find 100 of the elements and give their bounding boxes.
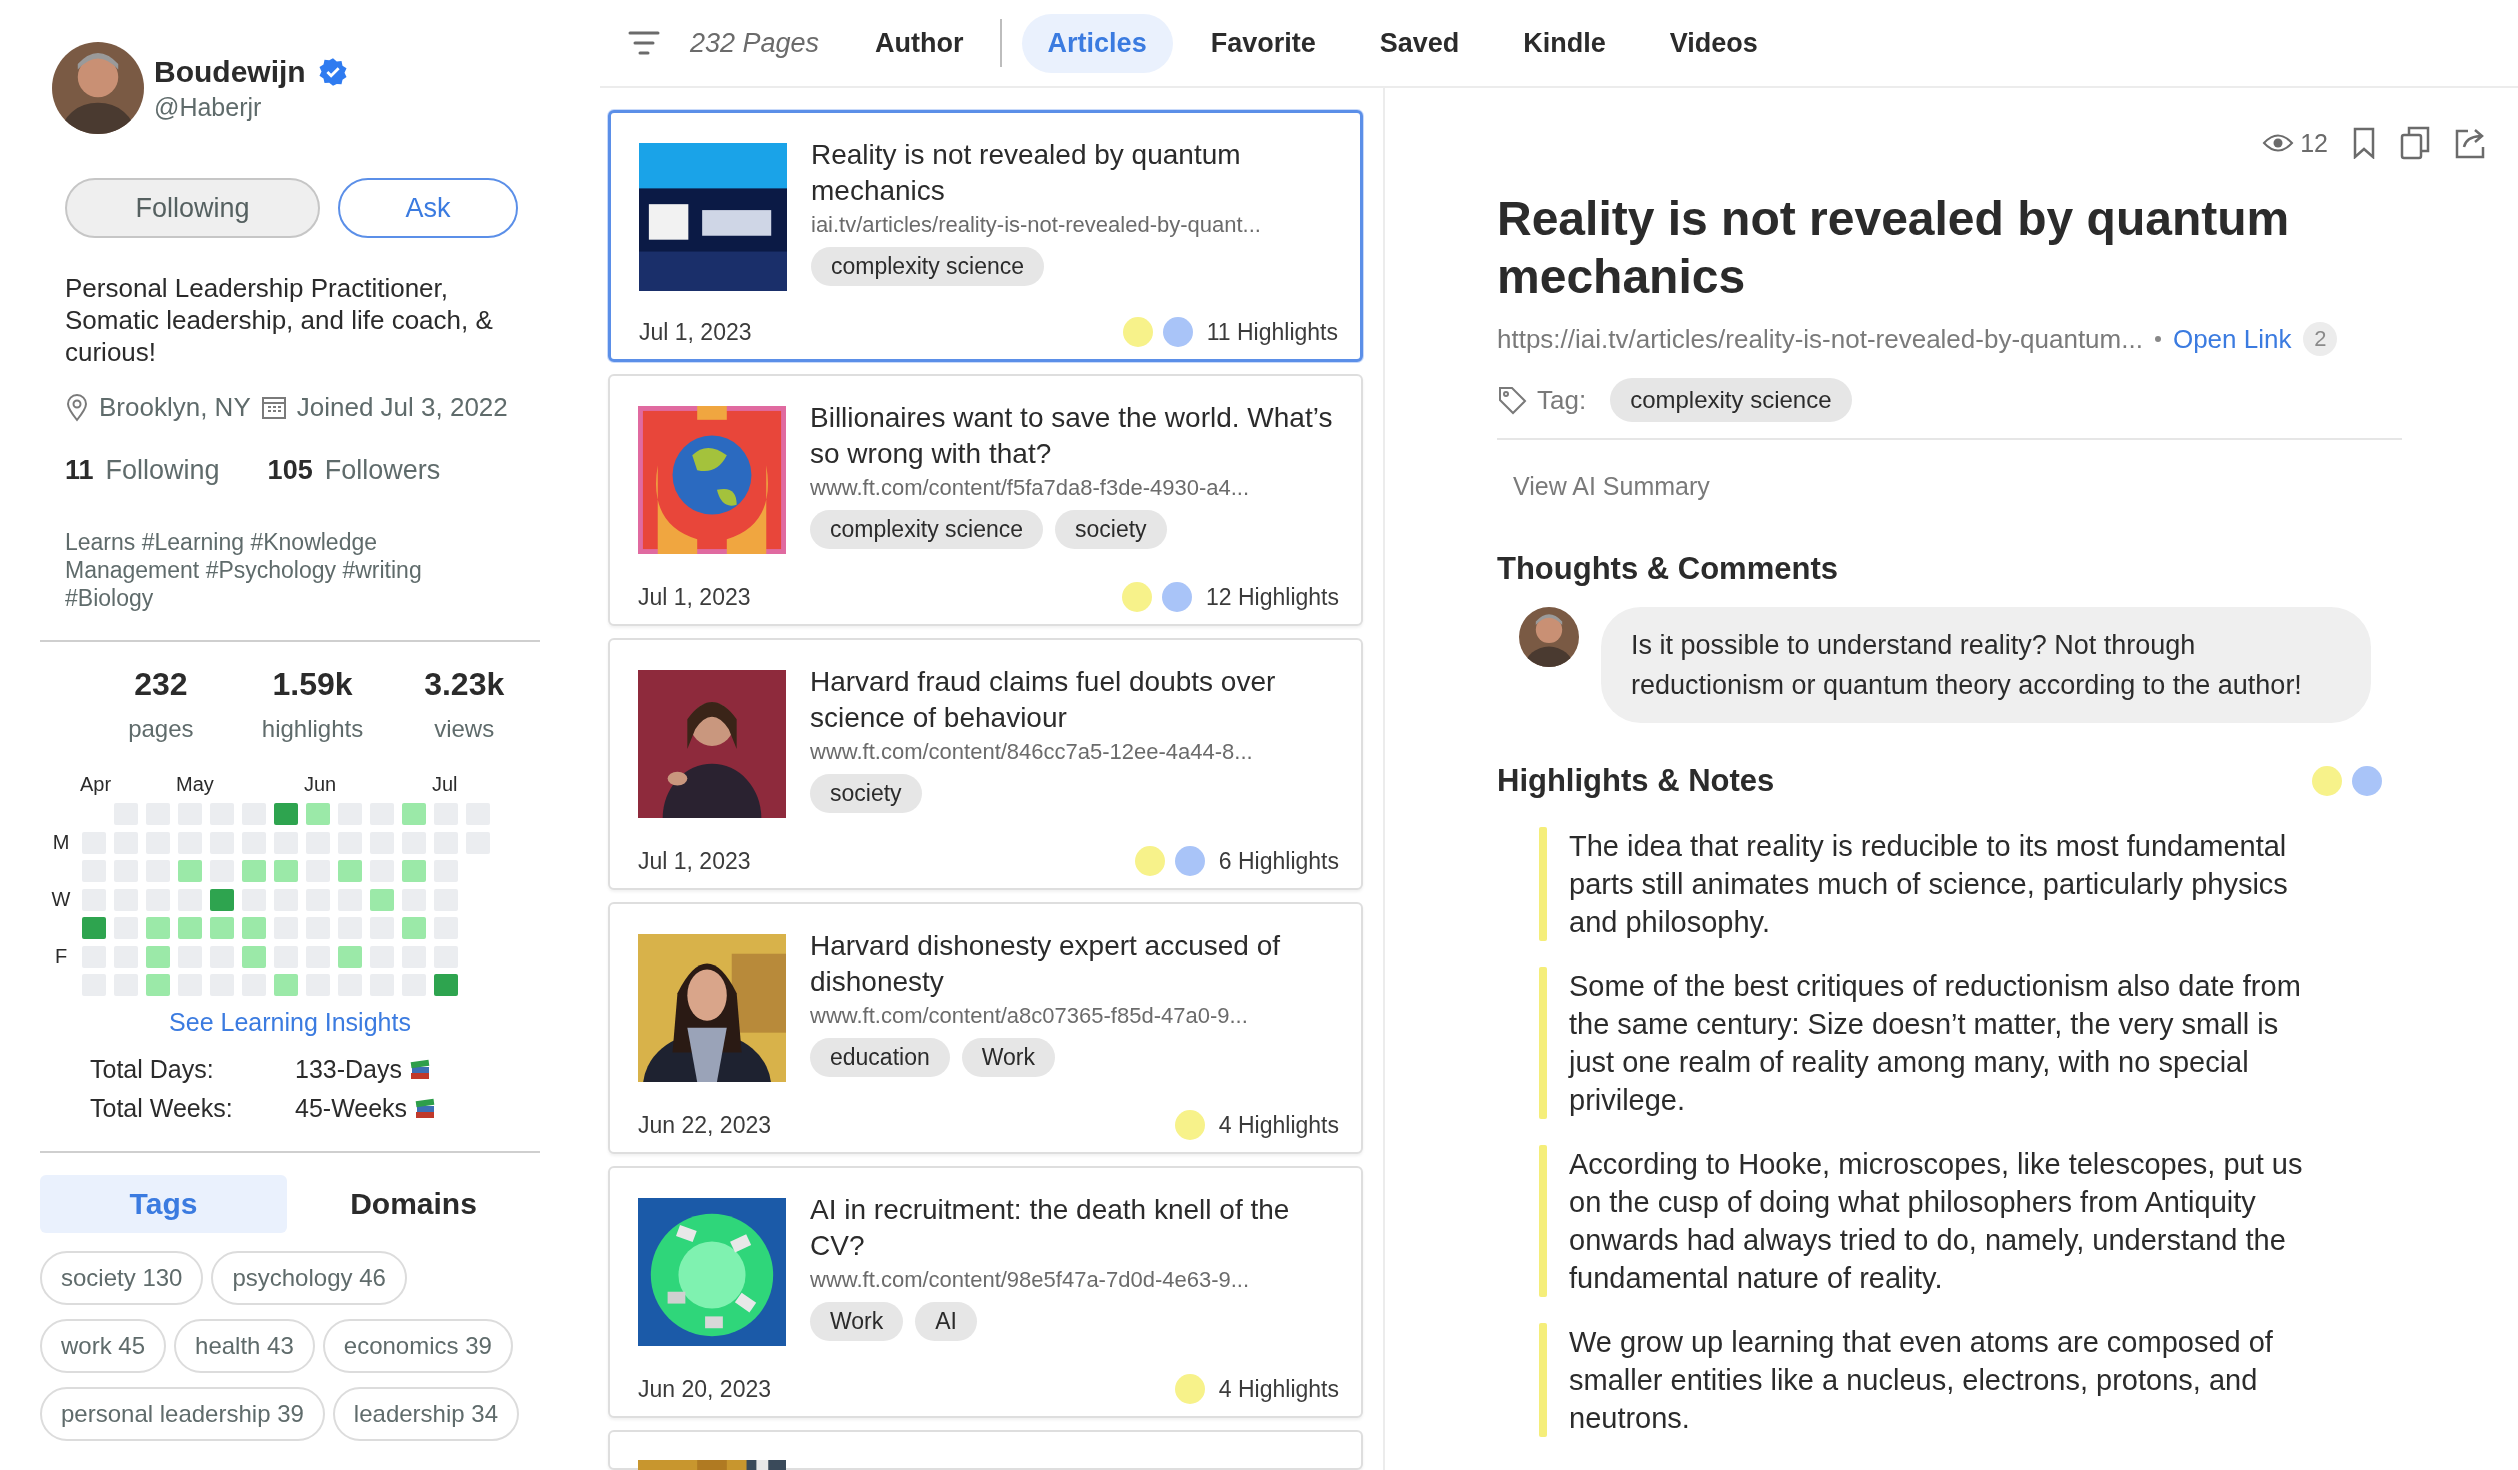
location: Brooklyn, NY [99,392,251,423]
tag-filter-chip[interactable]: psychology 46 [211,1251,407,1305]
article-card[interactable] [608,1430,1363,1470]
tag-chip: complexity science [1610,378,1852,422]
highlight-count: 4 Highlights [1218,1375,1339,1403]
profile-handle: @Haberjr [154,92,263,122]
activity-cell [242,860,266,882]
tag-chip: society [810,774,922,813]
copy-icon[interactable] [2400,126,2430,160]
activity-cell [146,917,170,939]
total-value: 133-Days [295,1055,402,1084]
article-url: www.ft.com/content/a8c07365-f85d-47a0-9... [810,1003,1249,1029]
books-icon [408,1057,432,1082]
tag-chip: Work [961,1038,1055,1077]
article-title: Harvard fraud claims fuel doubts over science of behaviour [810,665,1277,735]
filter-icon[interactable] [628,30,660,56]
tag-filter-chip[interactable]: personal leadership 39 [40,1387,325,1441]
activity-cell [274,803,298,825]
tag-icon [1497,385,1527,415]
article-title: Billionaires want to save the world. What’s so wrong with that? [810,401,1334,471]
article-url: https://iai.tv/articles/reality-is-not-revealed-by-quantum... [1497,323,2143,355]
tag-filter-chip[interactable]: health 43 [174,1319,315,1373]
stat-label: views [434,715,495,743]
activity-cell [242,945,266,968]
article-title: Reality is not revealed by quantum mechanics [811,138,1242,208]
article-url: www.ft.com/content/98e5f47a-7d0d-4e63-9... [810,1267,1251,1293]
tag-filter-chip[interactable]: economics 39 [322,1319,513,1373]
article-title: AI in recruitment: the death knell of the CV? [810,1193,1291,1263]
ai-summary-button[interactable]: View AI Summary [1497,458,1726,515]
article-date: Jun 22, 2023 [638,1111,771,1139]
activity-cell [210,917,234,939]
sidebar-tab[interactable]: Domains [290,1175,537,1233]
nav-tab[interactable]: Favorite [1184,13,1342,73]
eye-icon [2262,132,2295,154]
tag-filter-chip[interactable]: leadership 34 [332,1387,519,1441]
nav-tab[interactable]: Author [849,13,990,73]
highlight-text: Some of the best critiques of reductionism also date from the same century: Size doesn’t matter, the very small is just one realm of reality among many, with no special privilege. [1569,969,2302,1118]
activity-cell [146,945,170,968]
article-card[interactable]: Billionaires want to save the world. What’s so wrong with that? www.ft.com/content/f5fa7da8-f3de-4930-a4... complexity science society Jul 1, 2023 12 Highlights [608,374,1363,626]
article-card[interactable]: Harvard fraud claims fuel doubts over science of behaviour www.ft.com/content/846cc7a5-12ee-4a44-8... society Jul 1, 2023 6 Highlights [608,638,1363,890]
article-date: Jul 1, 2023 [638,583,751,611]
tag-filter-chip[interactable]: work 45 [40,1319,167,1373]
article-url: iai.tv/articles/reality-is-not-revealed-by-quant... [811,212,1262,238]
tag-chip: AI [915,1302,977,1341]
following-link[interactable]: Following [105,455,220,486]
nav-tab[interactable]: Articles [1021,13,1173,73]
followers-count: 105 [267,455,313,486]
tag-label: Tag: [1537,384,1587,416]
article-date: Jul 1, 2023 [639,318,752,346]
activity-cell [402,917,426,939]
activity-cell [178,860,202,882]
ask-button[interactable]: Ask [338,178,518,238]
activity-cell [338,945,362,968]
nav-tab[interactable]: Kindle [1497,13,1632,73]
location-pin-icon [65,393,89,422]
month-label: Apr [80,773,112,796]
following-button[interactable]: Following [65,178,320,238]
highlight-color-dot[interactable] [2312,766,2342,796]
article-title: Harvard dishonesty expert accused of dishonesty [810,929,1282,999]
highlight-count: 11 Highlights [1206,318,1338,346]
open-link[interactable]: Open Link [2172,323,2292,355]
view-count: 12 [2300,128,2328,158]
profile-name: Boudewijn [154,54,306,89]
month-label: Jun [304,773,337,796]
highlight-text: We grow up learning that even atoms are composed of smaller entities like a nucleus, electrons, protons, and neutrons. [1569,1325,2274,1436]
article-card[interactable]: AI in recruitment: the death knell of the CV? www.ft.com/content/98e5f47a-7d0d-4e63-9... Work AI Jun 20, 2023 4 Highlights [608,1166,1363,1418]
calendar-icon [260,394,287,421]
total-label: Total Days: [90,1055,215,1084]
interests-text: Learns #Learning #Knowledge Management #Psychology #writing #Biology [64,528,423,612]
section-heading: Thoughts & Comments [1497,551,1839,587]
highlight-color-dot[interactable] [2352,766,2382,796]
article-card[interactable]: Reality is not revealed by quantum mechanics iai.tv/articles/reality-is-not-revealed-by-quant... complexity science Jul 1, 2023 11 Highlights [608,110,1363,362]
highlight-count: 4 Highlights [1218,1111,1339,1139]
month-label: Jul [432,773,458,796]
month-label: May [176,773,214,796]
article-card[interactable]: Harvard dishonesty expert accused of dishonesty www.ft.com/content/a8c07365-f85d-47a0-9... education Work Jun 22, 2023 4 Highlights [608,902,1363,1154]
stat-label: pages [128,715,194,743]
followers-link[interactable]: Followers [324,455,441,486]
activity-cell [434,974,458,996]
activity-cell [178,917,202,939]
nav-tab[interactable]: Saved [1353,13,1486,73]
tag-filter-chip[interactable]: society 130 [40,1251,204,1305]
activity-cell [306,803,330,825]
tag-chip: complexity science [811,247,1045,286]
bookmark-icon[interactable] [2352,127,2376,159]
article-date: Jul 1, 2023 [638,847,751,875]
join-date: Joined Jul 3, 2022 [296,392,508,423]
activity-cell [242,917,266,939]
nav-tab[interactable]: Videos [1643,13,1784,73]
tag-chip: education [810,1038,950,1077]
tag-chip: complexity science [810,510,1044,549]
activity-cell [274,860,298,882]
highlight-text: The idea that reality is reducible to its most fundamental parts still animates much of science, particularly physics and philosophy. [1569,829,2289,940]
section-heading: Highlights & Notes [1497,763,1775,799]
activity-cell [402,860,426,882]
activity-cell [210,888,234,911]
total-value: 45-Weeks [295,1094,408,1123]
learning-insights-link[interactable]: See Learning Insights [169,1008,411,1037]
stat-value: 232 [134,666,188,703]
sidebar-tab[interactable]: Tags [40,1175,287,1233]
